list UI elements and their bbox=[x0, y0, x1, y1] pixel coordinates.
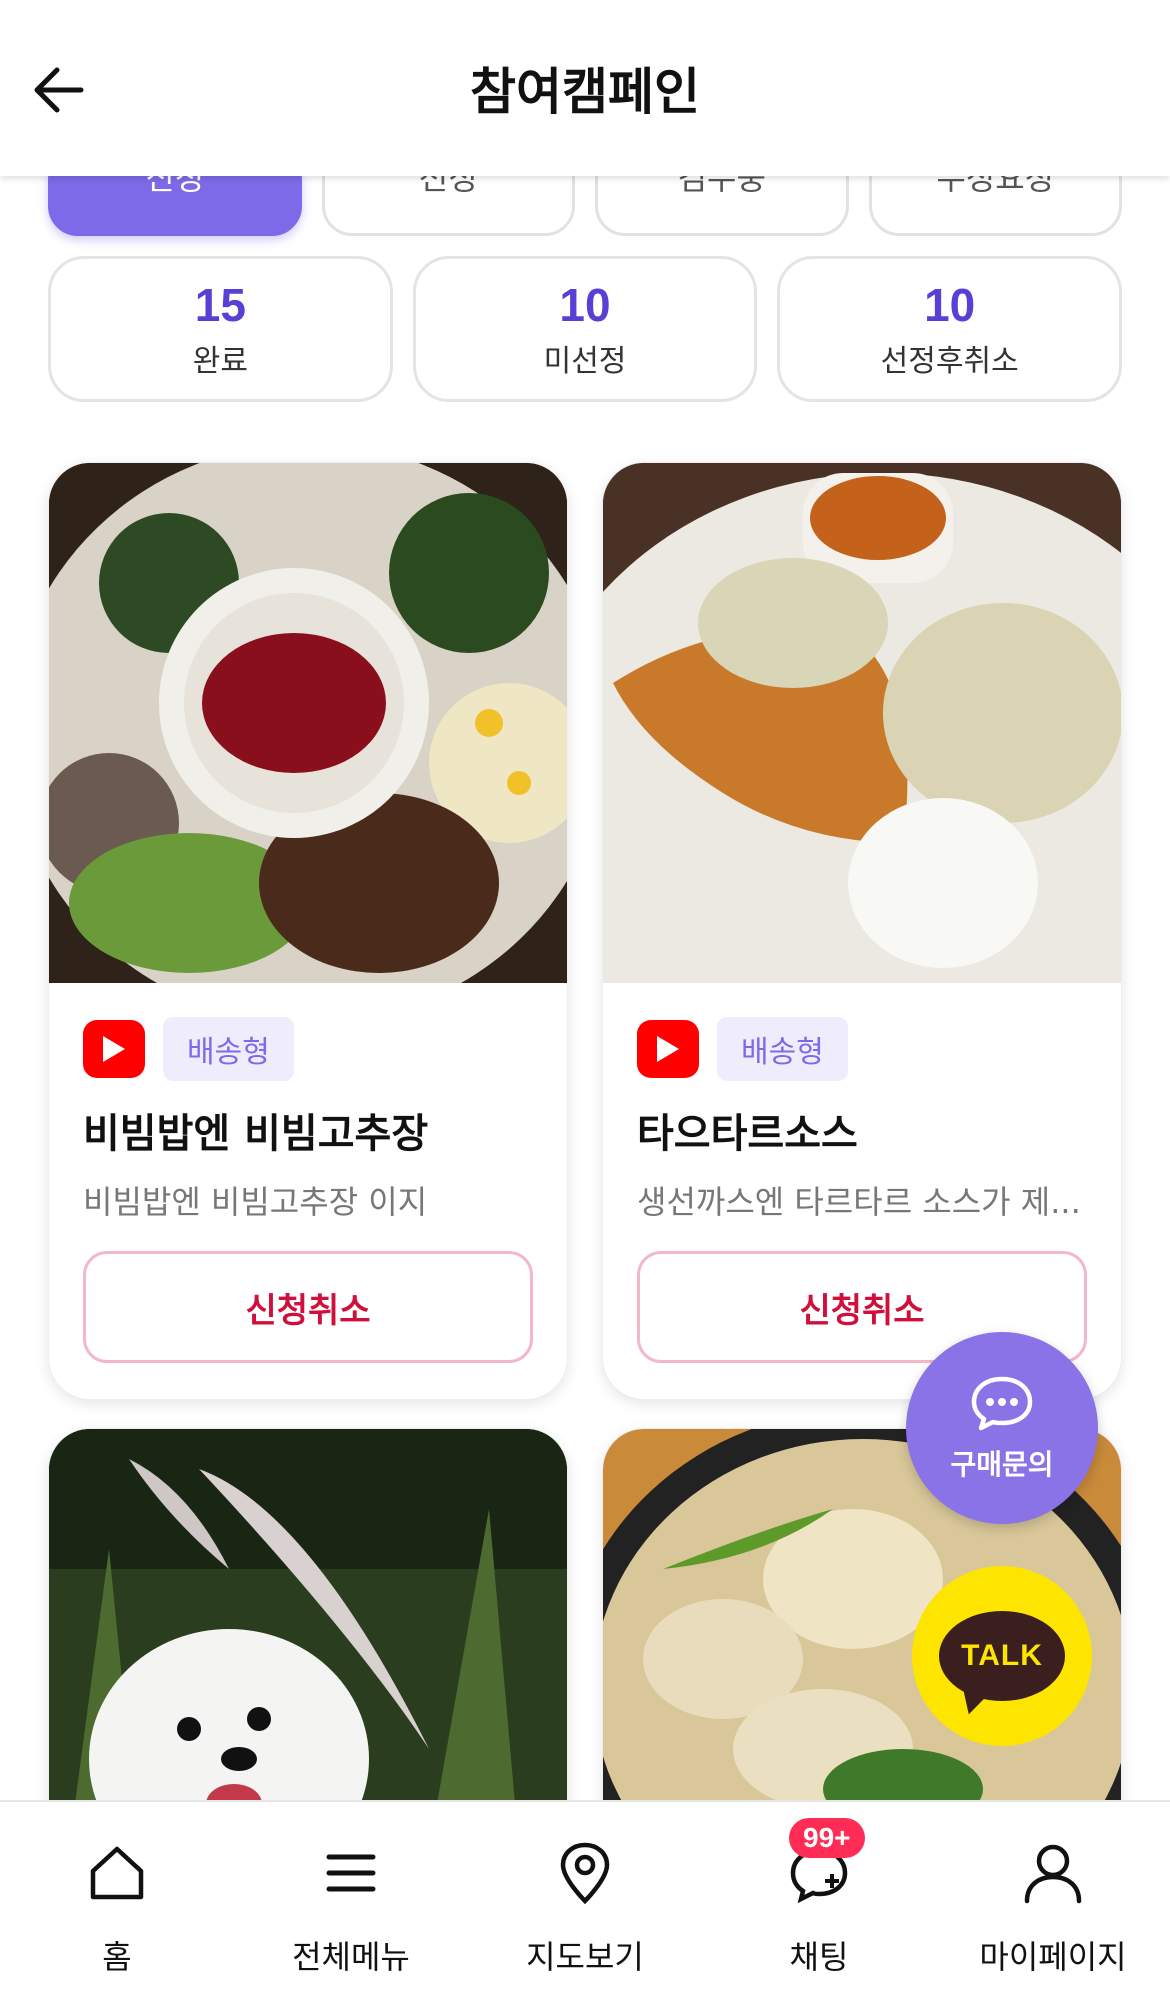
home-icon bbox=[82, 1838, 152, 1908]
delivery-type-tag: 배송형 bbox=[163, 1017, 294, 1081]
count-value: 10 bbox=[559, 279, 611, 331]
nav-home[interactable]: 홈 bbox=[0, 1802, 234, 1992]
campaign-image bbox=[603, 463, 1121, 983]
nav-label: 전체메뉴 bbox=[292, 1938, 410, 1976]
status-counts: 15 완료 10 미선정 10 선정후취소 bbox=[48, 256, 1123, 402]
page-title: 참여캠페인 bbox=[470, 63, 700, 121]
count-label: 완료 bbox=[192, 344, 248, 379]
purchase-inquiry-label: 구매문의 bbox=[950, 1448, 1054, 1481]
cancel-application-button[interactable]: 신청취소 bbox=[83, 1251, 533, 1363]
campaign-description: 생선까스엔 타르타르 소스가 제... bbox=[637, 1183, 1081, 1221]
count-value: 15 bbox=[194, 279, 246, 331]
chat-bubble-icon bbox=[971, 1376, 1033, 1431]
youtube-icon bbox=[83, 1020, 145, 1078]
count-value: 10 bbox=[924, 279, 976, 331]
dog-illustration bbox=[49, 1429, 567, 1847]
user-icon bbox=[1018, 1838, 1088, 1908]
nav-label: 지도보기 bbox=[526, 1938, 644, 1976]
purchase-inquiry-button[interactable]: 구매문의 bbox=[906, 1332, 1098, 1524]
nav-chat[interactable]: 99+ 채팅 bbox=[702, 1802, 936, 1992]
bottom-navigation: 홈 전체메뉴 지도보기 99+ 채팅 마이페이지 bbox=[0, 1800, 1170, 1992]
youtube-icon bbox=[637, 1020, 699, 1078]
count-cancelled-after-selection[interactable]: 10 선정후취소 bbox=[777, 256, 1123, 402]
campaign-title: 비빔밥엔 비빔고추장 bbox=[83, 1111, 429, 1157]
campaign-card[interactable]: 배송형 비빔밥엔 비빔고추장 비빔밥엔 비빔고추장 이지 신청취소 bbox=[48, 462, 568, 1400]
nav-map[interactable]: 지도보기 bbox=[468, 1802, 702, 1992]
nav-my-page[interactable]: 마이페이지 bbox=[936, 1802, 1170, 1992]
count-label: 선정후취소 bbox=[880, 344, 1019, 379]
nav-label: 홈 bbox=[102, 1938, 132, 1976]
talk-label: TALK bbox=[961, 1639, 1043, 1672]
campaign-image bbox=[49, 463, 567, 983]
nav-label: 마이페이지 bbox=[979, 1938, 1127, 1976]
menu-icon bbox=[316, 1838, 386, 1908]
campaign-description: 비빔밥엔 비빔고추장 이지 bbox=[83, 1183, 428, 1221]
campaign-title: 타으타르소스 bbox=[637, 1111, 858, 1157]
count-label: 미선정 bbox=[543, 344, 627, 379]
bibimbap-illustration bbox=[49, 463, 567, 983]
campaign-card[interactable] bbox=[48, 1428, 568, 1848]
app-header: 참여캠페인 bbox=[0, 0, 1170, 176]
campaign-card[interactable]: 배송형 타으타르소스 생선까스엔 타르타르 소스가 제... 신청취소 bbox=[602, 462, 1122, 1400]
nav-all-menu[interactable]: 전체메뉴 bbox=[234, 1802, 468, 1992]
count-completed[interactable]: 15 완료 bbox=[48, 256, 393, 402]
fish-cutlet-illustration bbox=[603, 463, 1121, 983]
campaign-image bbox=[49, 1429, 567, 1847]
talk-bubble-icon: TALK bbox=[939, 1611, 1065, 1701]
chat-unread-badge: 99+ bbox=[789, 1818, 865, 1858]
count-not-selected[interactable]: 10 미선정 bbox=[412, 256, 758, 402]
delivery-type-tag: 배송형 bbox=[717, 1017, 848, 1081]
kakao-talk-button[interactable]: TALK bbox=[912, 1566, 1092, 1746]
nav-label: 채팅 bbox=[789, 1938, 849, 1976]
map-pin-icon bbox=[550, 1838, 620, 1908]
